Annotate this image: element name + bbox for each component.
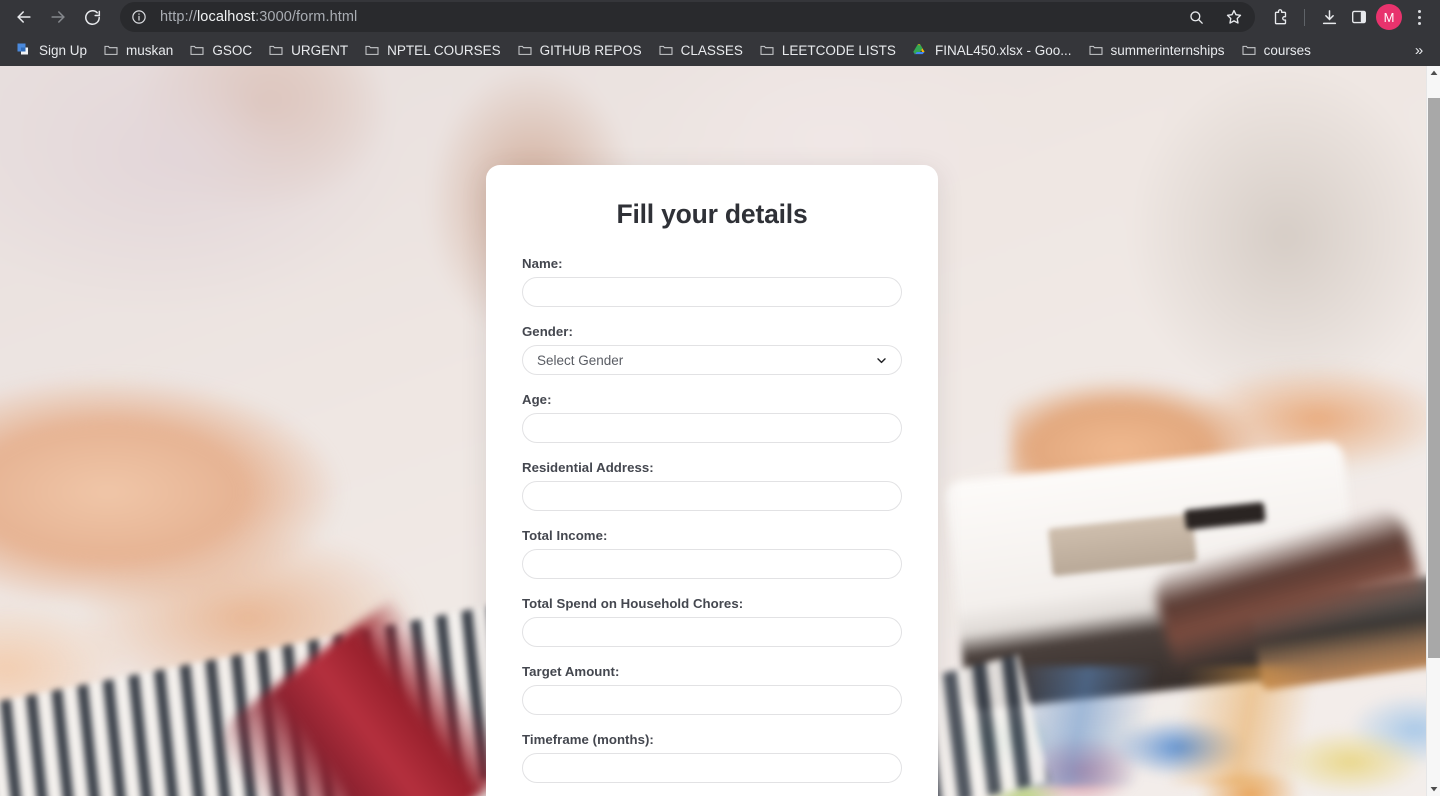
bookmark-item[interactable]: NPTEL COURSES [356, 38, 509, 62]
field-label: Total Income: [522, 528, 608, 543]
field-address: Residential Address: [522, 460, 902, 511]
field-label: Total Spend on Household Chores: [522, 596, 744, 611]
bookmark-label: muskan [126, 42, 174, 58]
gender-select[interactable]: Select Gender Male Female Other [522, 345, 902, 375]
address-input[interactable] [522, 481, 902, 511]
extensions-puzzle-icon[interactable] [1267, 4, 1293, 30]
folder-icon [1088, 42, 1104, 58]
side-panel-icon[interactable] [1346, 4, 1372, 30]
bookmark-label: courses [1263, 42, 1311, 58]
avatar[interactable]: M [1376, 4, 1402, 30]
caret-down-icon[interactable] [1427, 782, 1440, 796]
field-name: Name: [522, 256, 902, 307]
bookmark-label: LEETCODE LISTS [781, 42, 896, 58]
bookmark-item[interactable]: GSOC [181, 38, 260, 62]
bookmark-item[interactable]: Sign Up [8, 38, 95, 62]
download-icon[interactable] [1316, 4, 1342, 30]
forward-button[interactable] [42, 1, 74, 33]
bookmark-label: URGENT [291, 42, 349, 58]
field-total-income: Total Income: [522, 528, 902, 579]
field-label: Timeframe (months): [522, 732, 654, 747]
scrollbar-thumb[interactable] [1428, 98, 1440, 658]
bookmark-item[interactable]: muskan [95, 38, 181, 62]
page-title: Fill your details [616, 199, 808, 229]
google-drive-icon [912, 42, 928, 58]
bookmark-item[interactable]: GITHUB REPOS [509, 38, 650, 62]
background-chart-bands [1010, 666, 1426, 786]
field-total-spend: Total Spend on Household Chores: [522, 596, 902, 647]
field-label: Target Amount: [522, 664, 620, 679]
bookmark-item[interactable]: FINAL450.xlsx - Goo... [904, 38, 1080, 62]
url-text: http://localhost:3000/form.html [160, 9, 358, 25]
field-timeframe: Timeframe (months): [522, 732, 902, 783]
target-amount-input[interactable] [522, 685, 902, 715]
toolbar-right-actions: M [1263, 4, 1432, 30]
field-target-amount: Target Amount: [522, 664, 902, 715]
bookmark-item[interactable]: URGENT [260, 38, 356, 62]
field-gender: Gender: Select Gender Male Female Other [522, 324, 902, 375]
site-favicon [16, 42, 32, 58]
folder-icon [1241, 42, 1257, 58]
bookmark-label: NPTEL COURSES [387, 42, 501, 58]
toolbar-divider [1304, 8, 1305, 26]
form-card: Fill your details Name: Gender: Select G… [486, 165, 938, 796]
reload-icon [83, 8, 102, 27]
bookmark-item[interactable]: summerinternships [1080, 38, 1233, 62]
address-bar[interactable]: http://localhost:3000/form.html [120, 2, 1255, 32]
bookmark-item[interactable]: courses [1233, 38, 1319, 62]
timeframe-input[interactable] [522, 753, 902, 783]
bookmarks-bar: Sign Up muskan GSOC URGENT NPTEL COURSES… [0, 34, 1440, 66]
omnibox-actions [1183, 2, 1247, 32]
star-icon[interactable] [1221, 4, 1247, 30]
browser-toolbar: http://localhost:3000/form.html M [0, 0, 1440, 34]
total-spend-input[interactable] [522, 617, 902, 647]
bookmark-label: FINAL450.xlsx - Goo... [934, 42, 1072, 58]
gender-select-wrapper: Select Gender Male Female Other [522, 345, 902, 375]
bookmarks-overflow-button[interactable]: » [1406, 37, 1432, 63]
arrow-right-icon [48, 7, 68, 27]
folder-icon [189, 42, 205, 58]
browser-chrome: http://localhost:3000/form.html M Sign U… [0, 0, 1440, 66]
back-button[interactable] [8, 1, 40, 33]
caret-up-icon[interactable] [1427, 66, 1440, 80]
total-income-input[interactable] [522, 549, 902, 579]
bookmark-label: summerinternships [1110, 42, 1225, 58]
name-input[interactable] [522, 277, 902, 307]
age-input[interactable] [522, 413, 902, 443]
reload-button[interactable] [76, 1, 108, 33]
bookmark-label: CLASSES [680, 42, 743, 58]
field-label: Gender: [522, 324, 573, 339]
field-label: Residential Address: [522, 460, 654, 475]
folder-icon [759, 42, 775, 58]
folder-icon [658, 42, 674, 58]
bookmark-label: GSOC [212, 42, 253, 58]
folder-icon [517, 42, 533, 58]
arrow-left-icon [14, 7, 34, 27]
info-circle-icon[interactable] [128, 6, 150, 28]
page-scrollbar[interactable] [1426, 66, 1440, 796]
bookmark-item[interactable]: LEETCODE LISTS [751, 38, 904, 62]
field-label: Age: [522, 392, 552, 407]
folder-icon [268, 42, 284, 58]
search-icon[interactable] [1183, 4, 1209, 30]
folder-icon [364, 42, 380, 58]
three-dots-vertical-icon[interactable] [1406, 4, 1432, 30]
field-age: Age: [522, 392, 902, 443]
field-label: Name: [522, 256, 563, 271]
bookmark-label: Sign Up [39, 42, 88, 58]
bookmark-item[interactable]: CLASSES [650, 38, 751, 62]
bookmark-label: GITHUB REPOS [539, 42, 642, 58]
page-viewport: Fill your details Name: Gender: Select G… [0, 66, 1440, 796]
folder-icon [103, 42, 119, 58]
